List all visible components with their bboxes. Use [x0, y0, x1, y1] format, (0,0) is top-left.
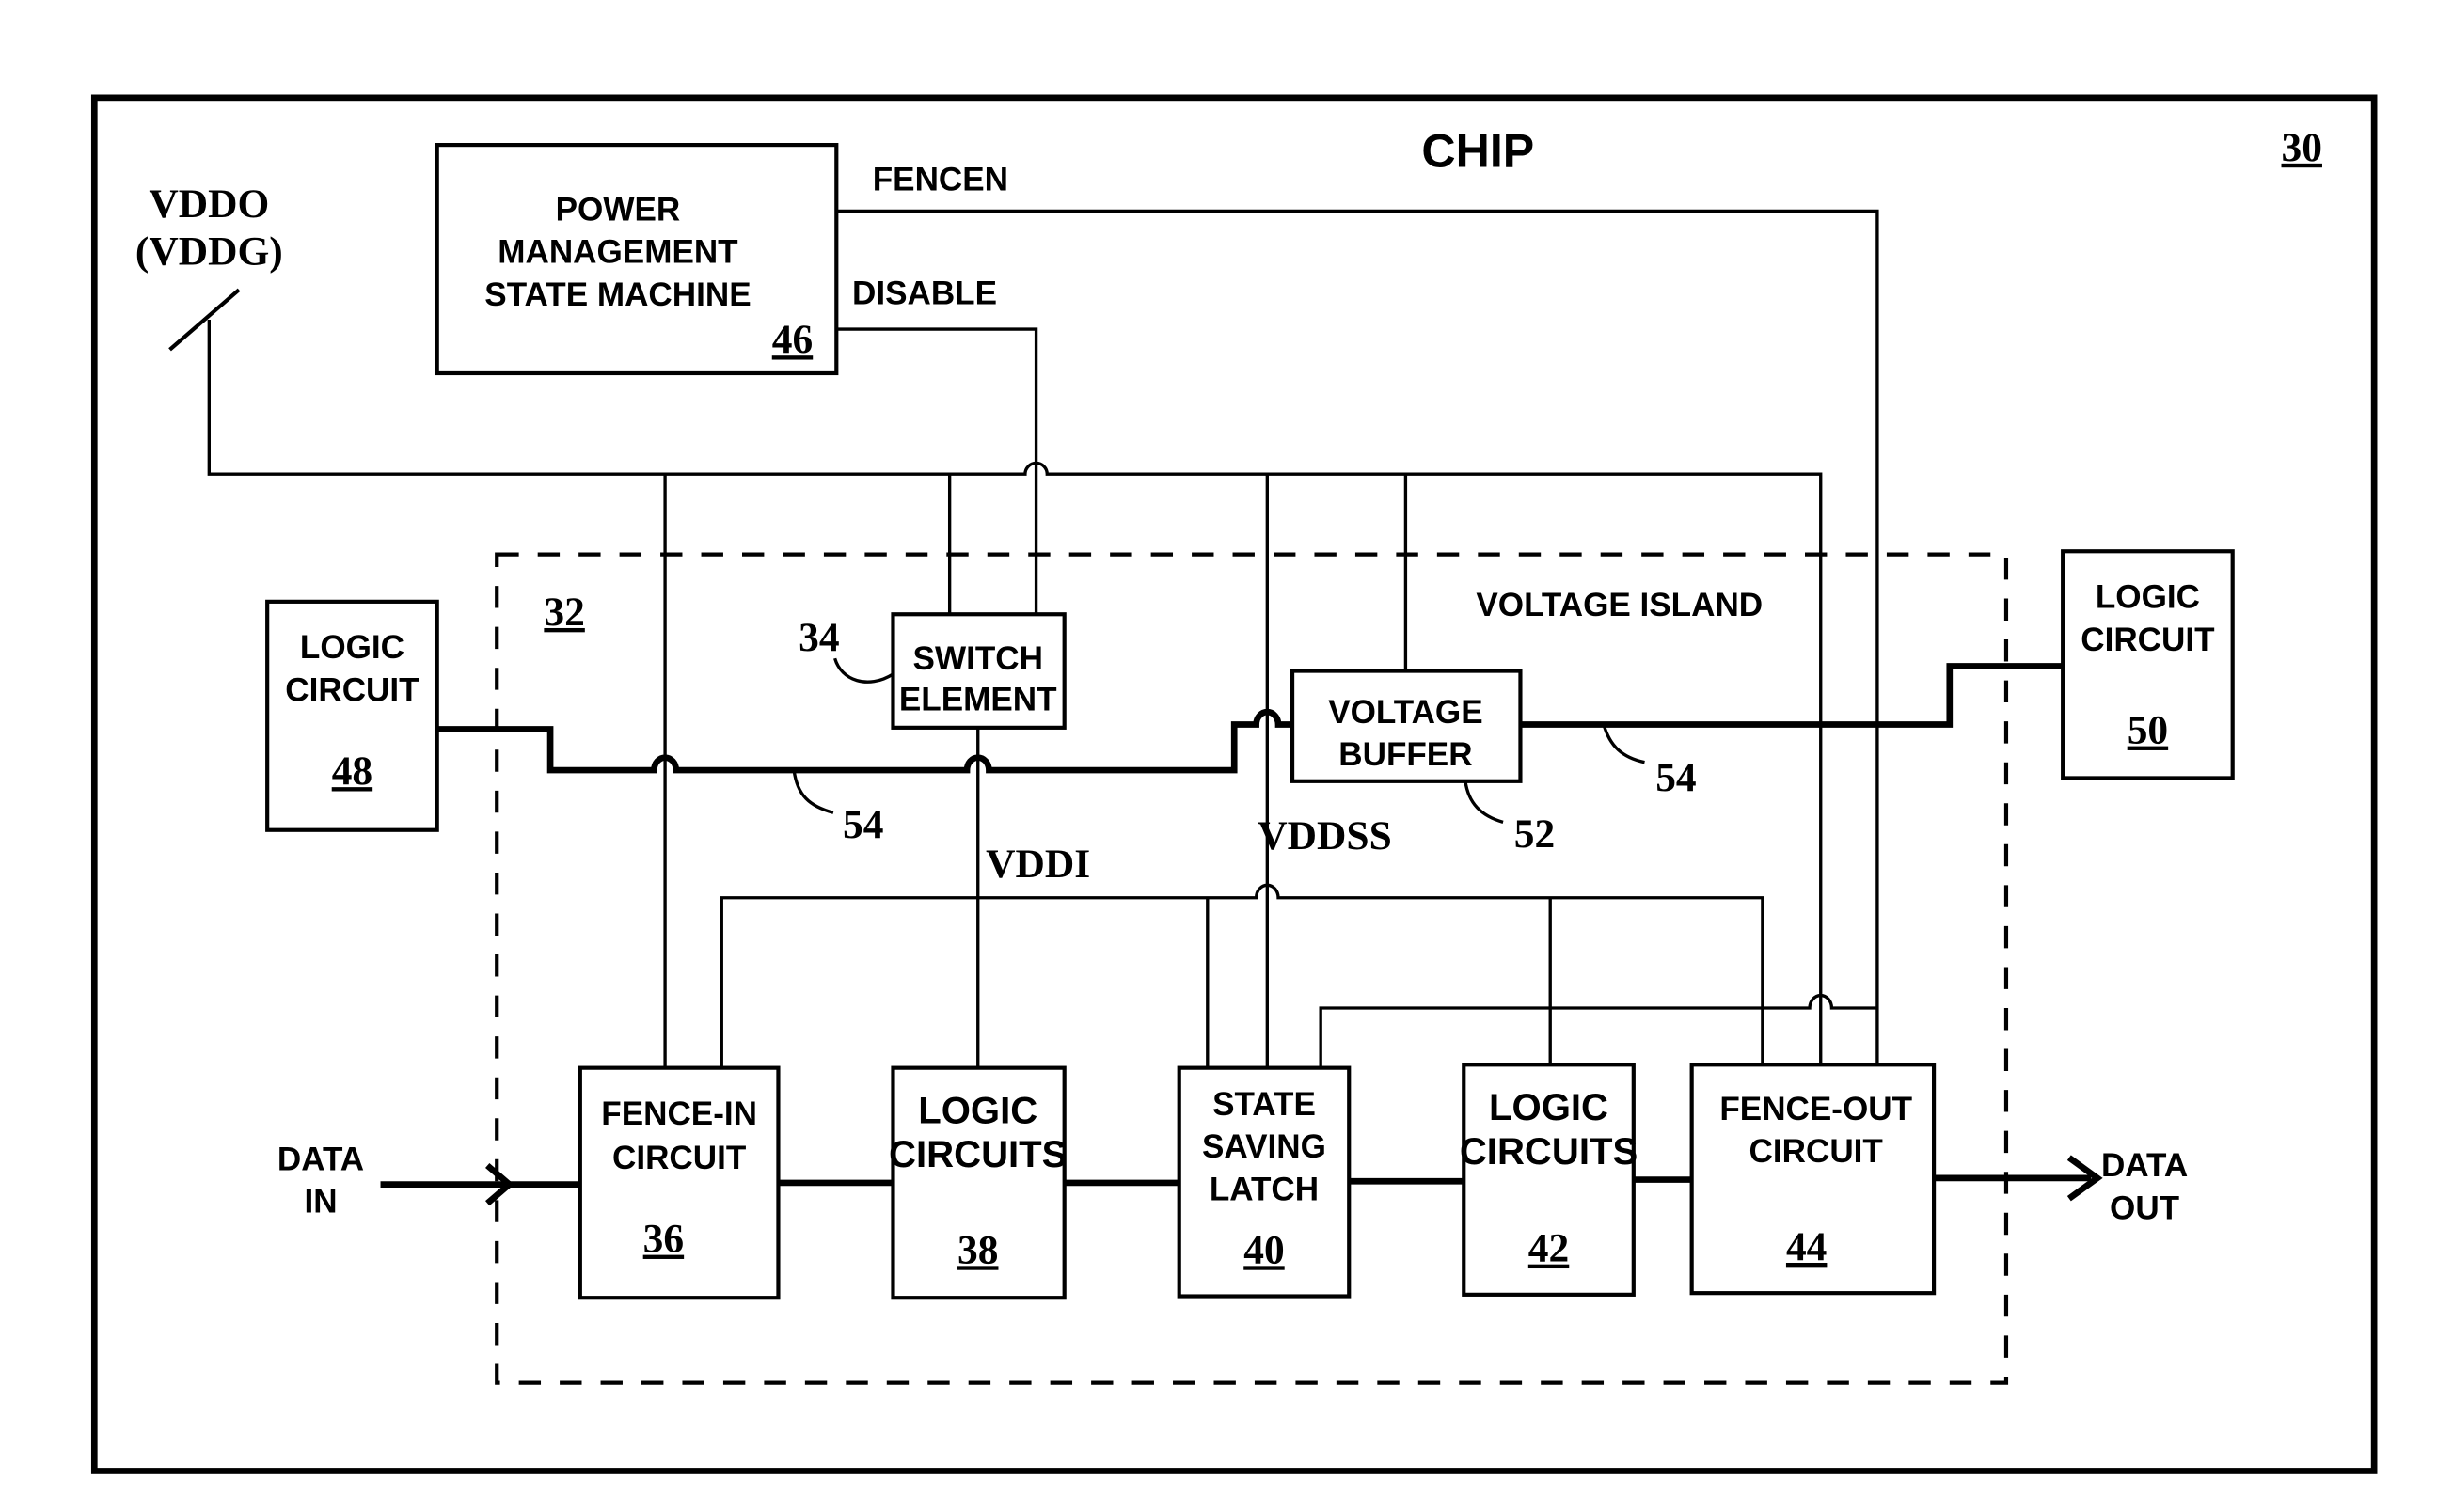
fence-out-ref: 44 [1786, 1224, 1827, 1269]
power-mgmt-line2: MANAGEMENT [498, 234, 738, 271]
fence-out-line1: FENCE-OUT [1719, 1091, 1912, 1127]
data-out-line1: DATA [2101, 1147, 2188, 1184]
bus-ref-leader-left [792, 769, 834, 814]
logic-38-line1: LOGIC [918, 1089, 1037, 1131]
power-mgmt-line1: POWER [556, 191, 681, 228]
bus-54-left [436, 708, 1293, 774]
data-in-line2: IN [304, 1184, 337, 1221]
chip-ref: 30 [2282, 125, 2322, 170]
fence-in-line2: CIRCUIT [612, 1140, 747, 1176]
logic-42-line1: LOGIC [1489, 1086, 1608, 1128]
buffer-ref-leader [1464, 780, 1504, 824]
switch-element-line1: SWITCH [913, 640, 1043, 677]
fencen-distribution [720, 883, 1764, 1068]
supply-label-vddo: VDDO [149, 181, 269, 227]
voltage-island-ref: 32 [544, 590, 584, 635]
latch-line1: STATE [1212, 1086, 1316, 1123]
data-out-line2: OUT [2110, 1189, 2180, 1226]
bus-54-right [1520, 663, 2064, 728]
latch-line2: SAVING [1202, 1128, 1326, 1165]
fence-out-line2: CIRCUIT [1749, 1133, 1884, 1170]
logic-38-ref: 38 [957, 1227, 998, 1272]
data-in-line1: DATA [277, 1141, 364, 1177]
switch-element-ref: 34 [799, 615, 839, 660]
bus-ref-leader-right [1602, 724, 1645, 764]
power-mgmt-line3: STATE MACHINE [484, 276, 751, 313]
switch-element-line2: ELEMENT [899, 681, 1057, 717]
voltage-island-label: VOLTAGE ISLAND [1476, 587, 1763, 623]
latch-line3: LATCH [1210, 1171, 1319, 1207]
supply-terminal-icon [168, 288, 241, 352]
logic-circuit-48-line2: CIRCUIT [285, 671, 419, 708]
voltage-buffer-line1: VOLTAGE [1328, 694, 1482, 731]
latch-ref: 40 [1243, 1227, 1284, 1272]
logic-38-line2: CIRCUITS [889, 1133, 1067, 1175]
fence-in-line1: FENCE-IN [601, 1095, 757, 1132]
power-mgmt-ref: 46 [772, 317, 813, 362]
chip-block-diagram: CHIP 30 VDDO (VDDG) POWER MANAGEMENT STA… [90, 94, 2378, 1474]
voltage-buffer-ref: 52 [1514, 811, 1555, 857]
bus-ref-left: 54 [843, 802, 883, 847]
disable-wire [836, 327, 1038, 615]
bus-ref-right: 54 [1655, 755, 1696, 800]
fence-in-ref: 36 [643, 1217, 684, 1262]
voltage-buffer-line2: BUFFER [1338, 736, 1472, 773]
logic-42-ref: 42 [1528, 1226, 1569, 1271]
latch-control-wire [1319, 993, 1877, 1068]
logic-circuit-48-ref: 48 [332, 748, 372, 794]
fencen-label: FENCEN [873, 162, 1008, 198]
chip-title: CHIP [1421, 125, 1534, 178]
supply-label-vddg: (VDDG) [135, 228, 283, 274]
logic-circuit-50-line2: CIRCUIT [2081, 622, 2215, 658]
switch-ref-leader [833, 657, 894, 684]
logic-circuit-50-line1: LOGIC [2096, 579, 2200, 616]
disable-label: DISABLE [852, 275, 997, 311]
logic-circuit-48-line1: LOGIC [300, 629, 404, 666]
vddi-label: VDDI [986, 842, 1090, 887]
vddss-label: VDDSS [1258, 813, 1391, 858]
logic-42-line2: CIRCUITS [1460, 1130, 1638, 1173]
logic-circuit-50-ref: 50 [2128, 708, 2168, 753]
